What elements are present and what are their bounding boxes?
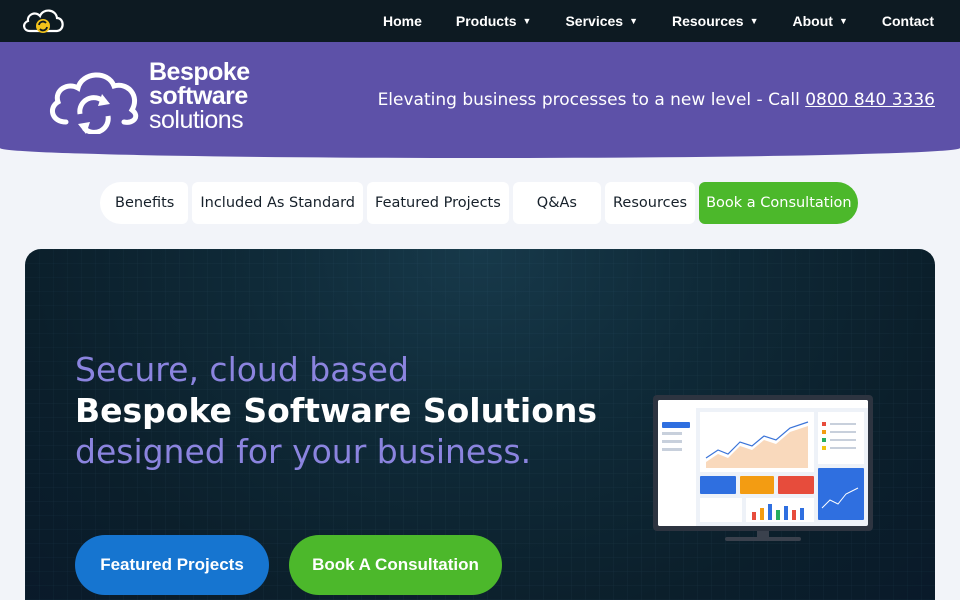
- hero-heading-line-2: Bespoke Software Solutions: [75, 391, 598, 430]
- nav-products-label: Products: [455, 13, 517, 29]
- nav-products[interactable]: Products ▼: [456, 13, 532, 29]
- monitor-screen: [653, 395, 873, 531]
- cloud-refresh-logo-icon[interactable]: [20, 5, 66, 37]
- nav-contact-label: Contact: [881, 13, 934, 29]
- nav-services-label: Services: [565, 13, 624, 29]
- phone-link[interactable]: 0800 840 3336: [805, 90, 935, 110]
- chevron-down-icon: ▼: [838, 16, 848, 26]
- tab-featured-projects[interactable]: Featured Projects: [367, 182, 509, 224]
- section-tabs: Benefits Included As Standard Featured P…: [100, 182, 858, 224]
- wordmark-line-3: solutions: [149, 106, 244, 134]
- tab-qas[interactable]: Q&As: [512, 182, 601, 224]
- dashboard-screenshot: [658, 400, 868, 526]
- hero-heading-line-1: Secure, cloud based: [75, 350, 409, 389]
- wordmark-line-2: software: [149, 82, 248, 110]
- brand-wordmark[interactable]: Bespoke software solutions: [149, 58, 250, 134]
- tagline: Elevating business processes to a new le…: [378, 90, 935, 110]
- cloud-sync-logo-icon[interactable]: [46, 64, 142, 134]
- book-consultation-button[interactable]: Book A Consultation: [289, 535, 502, 595]
- nav-about-label: About: [792, 13, 833, 29]
- hero-heading-line-3: designed for your business.: [75, 432, 532, 471]
- dashboard-mockup-image: [658, 400, 868, 526]
- nav-contact[interactable]: Contact: [882, 13, 934, 29]
- nav-resources[interactable]: Resources ▼: [672, 13, 759, 29]
- monitor-stand-base: [725, 537, 801, 541]
- chevron-down-icon: ▼: [522, 16, 532, 26]
- chevron-down-icon: ▼: [629, 16, 638, 26]
- nav-home-label: Home: [382, 13, 422, 29]
- tab-benefits[interactable]: Benefits: [100, 182, 189, 224]
- top-navigation: Home Products ▼ Services ▼ Resources ▼ Abou…: [0, 0, 960, 42]
- hero-section: Secure, cloud based Bespoke Software Sol…: [25, 249, 935, 600]
- nav-home[interactable]: Home: [383, 13, 422, 29]
- nav-about[interactable]: About ▼: [793, 13, 848, 29]
- tagline-text: Elevating business processes to a new le…: [377, 90, 806, 110]
- tab-book-consultation[interactable]: Book a Consultation: [699, 182, 858, 224]
- nav-resources-label: Resources: [672, 13, 744, 29]
- tab-included-as-standard[interactable]: Included As Standard: [192, 182, 364, 224]
- hero-heading: Secure, cloud based Bespoke Software Sol…: [75, 349, 597, 472]
- wordmark-line-1: Bespoke: [149, 58, 250, 86]
- brand-banner: Bespoke software solutions Elevating bus…: [0, 42, 960, 158]
- nav-services[interactable]: Services ▼: [565, 13, 638, 29]
- tab-resources[interactable]: Resources: [605, 182, 696, 224]
- top-nav-menu: Home Products ▼ Services ▼ Resources ▼ Abou…: [349, 0, 934, 42]
- chevron-down-icon: ▼: [749, 16, 759, 26]
- featured-projects-button[interactable]: Featured Projects: [75, 535, 269, 595]
- dashboard-monitor-illustration: [653, 395, 873, 545]
